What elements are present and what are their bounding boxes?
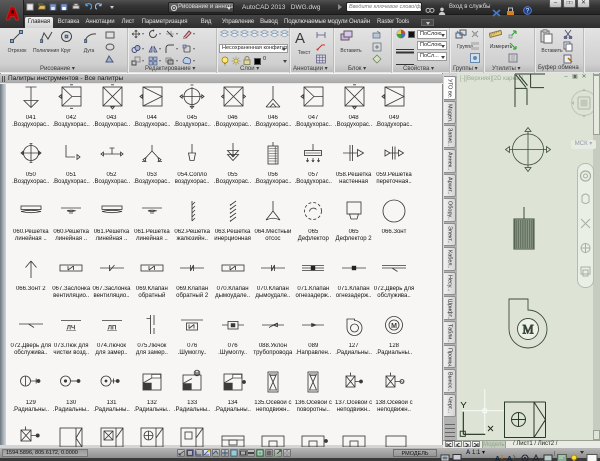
svg-text:М: М (195, 371, 199, 377)
svg-text:М: М (522, 323, 533, 337)
svg-text:N: N (400, 380, 403, 385)
svg-text:?: ? (526, 8, 530, 15)
svg-text:А: А (495, 456, 500, 461)
svg-text:А: А (507, 456, 512, 461)
svg-text:М: М (391, 323, 397, 330)
